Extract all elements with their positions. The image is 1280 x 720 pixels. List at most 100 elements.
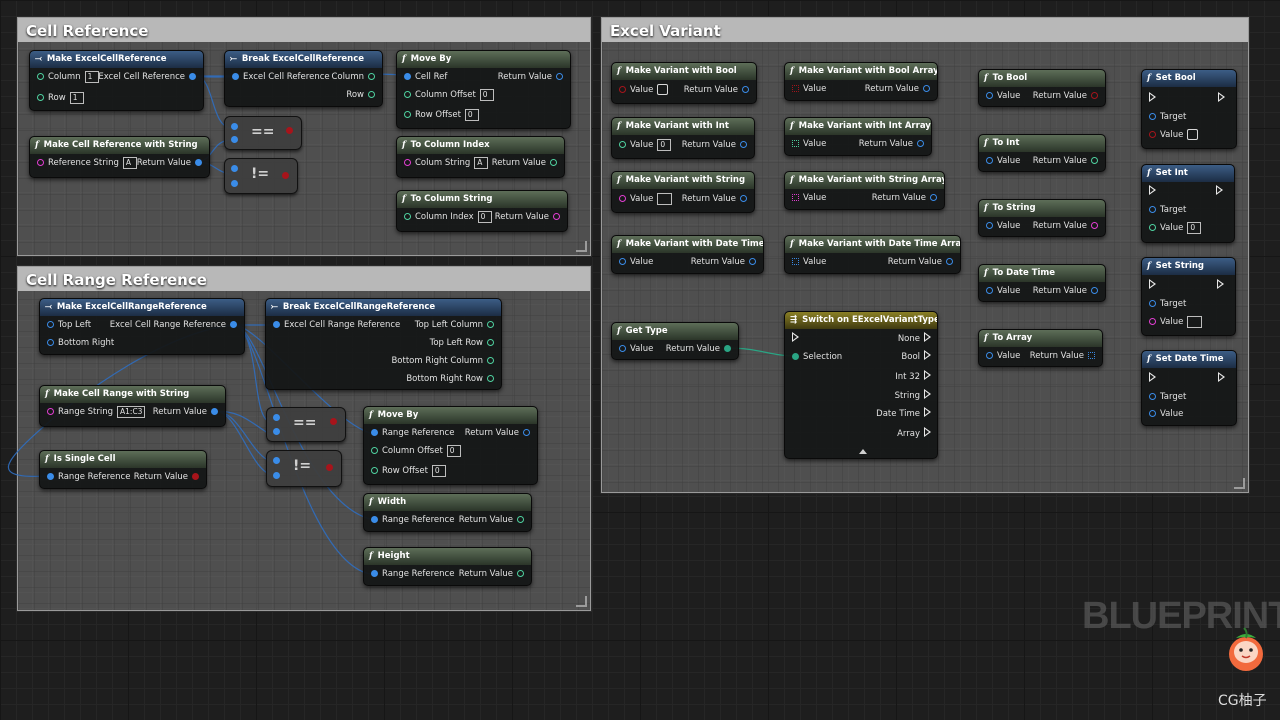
string-pin-icon[interactable] [404,159,411,166]
struct-pin-icon[interactable] [917,140,924,147]
node-to-string[interactable]: f To String Value Return Value [978,199,1106,237]
node-make-variant-with-int[interactable]: f Make Variant with Int Value 0 Return Val… [611,117,755,159]
node-move-by-cell[interactable]: f Move By Cell Ref Return Value Column Of… [396,50,571,129]
int-pin-icon[interactable] [517,570,524,577]
node-make-variant-with-bool[interactable]: f Make Variant with Bool Value Return Val… [611,62,757,104]
node-get-type[interactable]: f Get Type Value Return Value [611,322,739,360]
string-pin-icon[interactable] [1149,318,1156,325]
int-input[interactable]: 0 [657,138,672,151]
resize-grip-icon[interactable] [576,596,587,607]
int-pin-icon[interactable] [37,73,44,80]
int-pin-icon[interactable] [517,516,524,523]
string-pin-icon[interactable] [1091,222,1098,229]
struct-pin-icon[interactable] [986,157,993,164]
bool-pin-icon[interactable] [192,473,199,480]
int-pin-icon[interactable] [371,467,378,474]
node-set-date-time[interactable]: f Set Date Time Target Value [1141,350,1237,426]
int-pin-icon[interactable] [404,91,411,98]
enum-pin-icon[interactable] [724,345,731,352]
node-set-int[interactable]: f Set Int Target Value 0 [1141,164,1235,243]
int-pin-icon[interactable] [487,339,494,346]
comment-title[interactable]: Excel Variant [602,18,1248,42]
int-pin-icon[interactable] [368,73,375,80]
node-not-equal[interactable]: != [266,450,342,487]
node-make-variant-with-int-array[interactable]: f Make Variant with Int Array Value Retur… [784,117,932,156]
struct-pin-icon[interactable] [273,457,280,464]
struct-pin-icon[interactable] [986,222,993,229]
exec-out-pin-icon[interactable] [1218,372,1225,382]
struct-pin-icon[interactable] [47,321,54,328]
struct-pin-icon[interactable] [523,429,530,436]
bool-checkbox[interactable] [1187,129,1199,140]
struct-pin-icon[interactable] [556,73,563,80]
bool-pin-icon[interactable] [1149,131,1156,138]
struct-pin-icon[interactable] [1091,287,1098,294]
int-pin-icon[interactable] [1149,224,1156,231]
bool-pin-icon[interactable] [330,418,337,425]
exec-in-pin-icon[interactable] [1149,279,1156,289]
node-to-column-string[interactable]: f To Column String Column Index 0 Return V… [396,190,568,232]
struct-array-pin-icon[interactable] [792,258,799,265]
struct-pin-icon[interactable] [1149,410,1156,417]
struct-pin-icon[interactable] [273,414,280,421]
int-pin-icon[interactable] [1091,157,1098,164]
string-pin-icon[interactable] [37,159,44,166]
row-input[interactable]: 1 [69,91,84,104]
int-array-pin-icon[interactable] [792,140,799,147]
struct-pin-icon[interactable] [273,472,280,479]
struct-pin-icon[interactable] [930,194,937,201]
column-string-input[interactable]: A [474,156,489,169]
struct-pin-icon[interactable] [1149,206,1156,213]
node-make-cell-range-with-string[interactable]: f Make Cell Range with String Range Strin… [39,385,226,427]
exec-in-pin-icon[interactable] [1149,372,1156,382]
exec-out-pin-icon[interactable] [924,427,931,437]
int-input[interactable]: 0 [1187,221,1202,234]
bool-array-pin-icon[interactable] [792,85,799,92]
exec-out-pin-icon[interactable] [924,332,931,342]
struct-pin-icon[interactable] [923,85,930,92]
row-offset-input[interactable]: 0 [431,464,446,477]
int-pin-icon[interactable] [371,447,378,454]
node-make-variant-with-date-time-array[interactable]: f Make Variant with Date Time Array Value… [784,235,961,274]
int-pin-icon[interactable] [550,159,557,166]
node-height[interactable]: f Height Range Reference Return Value [363,547,532,586]
string-pin-icon[interactable] [47,408,54,415]
struct-pin-icon[interactable] [273,321,280,328]
struct-pin-icon[interactable] [1149,393,1156,400]
comment-title[interactable]: Cell Reference [18,18,590,42]
node-equal[interactable]: == [224,116,302,150]
collapse-arrow-icon[interactable] [859,449,867,454]
exec-out-pin-icon[interactable] [1217,279,1224,289]
struct-pin-icon[interactable] [211,408,218,415]
string-input[interactable] [1187,315,1203,328]
bool-pin-icon[interactable] [326,464,333,471]
struct-pin-icon[interactable] [273,428,280,435]
struct-pin-icon[interactable] [1149,300,1156,307]
struct-pin-icon[interactable] [986,352,993,359]
int-pin-icon[interactable] [619,141,626,148]
exec-out-pin-icon[interactable] [1216,185,1223,195]
node-make-variant-with-string-array[interactable]: f Make Variant with String Array Value Re… [784,171,945,210]
struct-pin-icon[interactable] [1149,113,1156,120]
node-to-array[interactable]: f To Array Value Return Value [978,329,1103,367]
exec-out-pin-icon[interactable] [1218,92,1225,102]
struct-pin-icon[interactable] [986,92,993,99]
struct-pin-icon[interactable] [619,345,626,352]
struct-pin-icon[interactable] [371,516,378,523]
string-input[interactable] [657,192,673,205]
node-break-excel-cell-reference[interactable]: ⤚ Break ExcelCellReference Excel Cell Ref… [224,50,383,107]
node-break-excel-cell-range-reference[interactable]: ⤚ Break ExcelCellRangeReference Excel Cel… [265,298,502,390]
bool-checkbox[interactable] [657,84,669,95]
struct-pin-icon[interactable] [740,141,747,148]
int-pin-icon[interactable] [487,357,494,364]
exec-out-pin-icon[interactable] [924,389,931,399]
struct-pin-icon[interactable] [749,258,756,265]
bool-pin-icon[interactable] [619,86,626,93]
column-offset-input[interactable]: 0 [479,88,494,101]
row-offset-input[interactable]: 0 [464,108,479,121]
node-set-string[interactable]: f Set String Target Value [1141,257,1236,336]
node-move-by-range[interactable]: f Move By Range Reference Return Value Co… [363,406,538,485]
int-pin-icon[interactable] [487,375,494,382]
struct-pin-icon[interactable] [47,339,54,346]
struct-pin-icon[interactable] [742,86,749,93]
